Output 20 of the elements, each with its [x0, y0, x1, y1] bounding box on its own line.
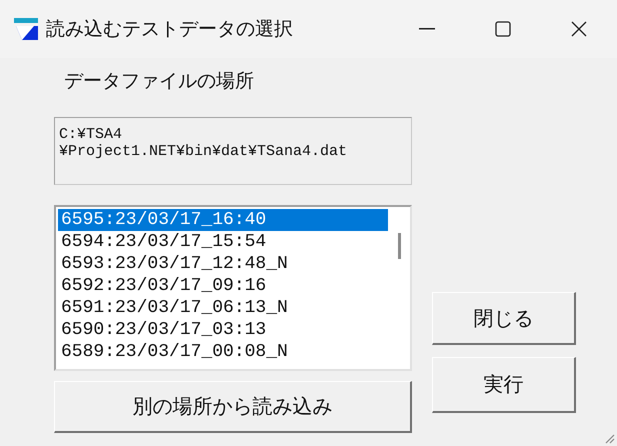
app-logo-icon — [14, 18, 38, 40]
list-item[interactable]: 6592:23/03/17_09:16 — [58, 275, 388, 297]
close-icon[interactable] — [571, 21, 587, 37]
list-item[interactable]: 6593:23/03/17_12:48_N — [58, 253, 388, 275]
list-item[interactable]: 6594:23/03/17_15:54 — [58, 231, 388, 253]
run-button[interactable]: 実行 — [432, 357, 576, 413]
list-item[interactable]: 6591:23/03/17_06:13_N — [58, 297, 388, 319]
list-item[interactable]: 6595:23/03/17_16:40 — [58, 209, 388, 231]
maximize-icon[interactable] — [495, 21, 511, 37]
location-label: データファイルの場所 — [64, 69, 255, 94]
load-other-button[interactable]: 別の場所から読み込み — [54, 381, 412, 433]
close-dialog-button[interactable]: 閉じる — [432, 292, 576, 345]
scrollbar-thumb[interactable] — [398, 233, 400, 259]
window-title: 読み込むテストデータの選択 — [46, 17, 294, 42]
path-field: C:¥TSA4 ¥Project1.NET¥bin¥dat¥TSana4.dat — [54, 117, 412, 185]
list-item[interactable]: 6590:23/03/17_03:13 — [58, 319, 388, 341]
list-item[interactable]: 6589:23/03/17_00:08_N — [58, 341, 388, 363]
minimize-icon[interactable] — [419, 28, 435, 30]
resize-grip-icon[interactable] — [603, 432, 615, 444]
data-list[interactable]: 6595:23/03/17_16:40 6594:23/03/17_15:54 6593:23/03/17_12:48_N 6592:23/03/17_09:16 6591:23/03/17_06:13_N 6590:23/03/17_03:13 6589:23/03/17_00:08_N — [54, 205, 412, 371]
